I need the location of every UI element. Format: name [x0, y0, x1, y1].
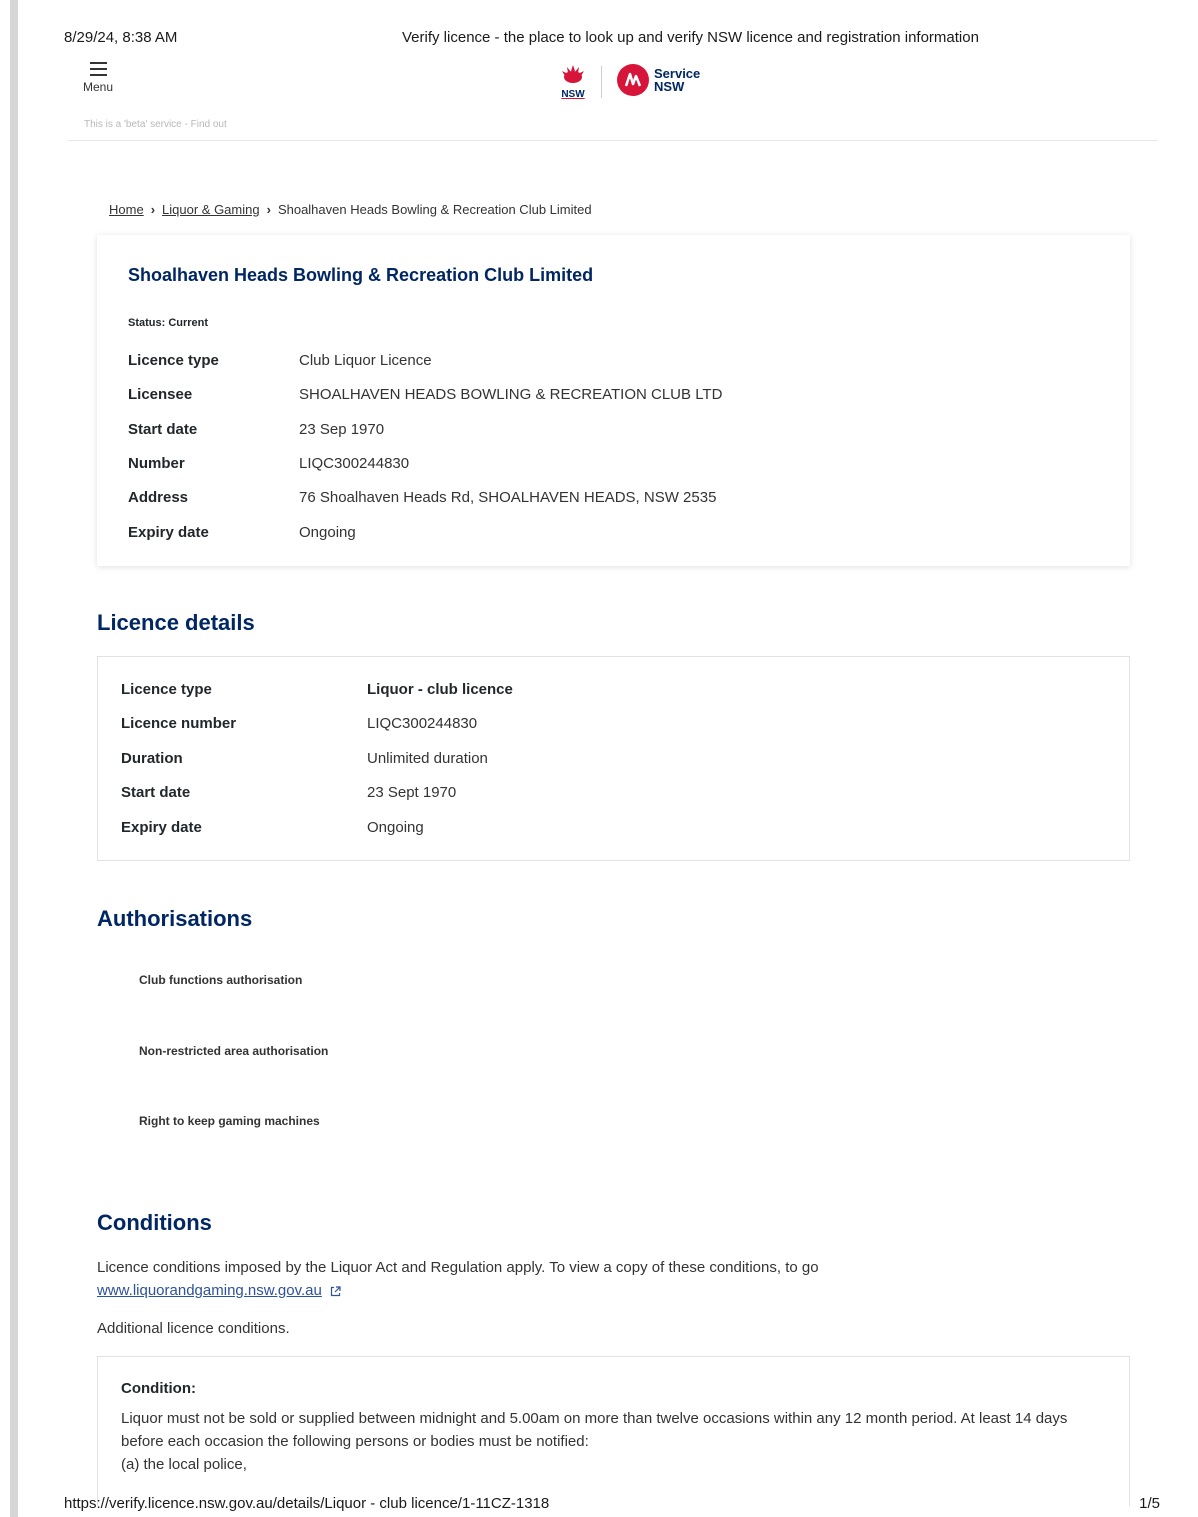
licence-details-heading: Licence details — [97, 610, 255, 635]
summary-value: SHOALHAVEN HEADS BOWLING & RECREATION CL… — [299, 386, 723, 403]
details-value: Unlimited duration — [367, 750, 488, 767]
summary-value: LIQC300244830 — [299, 455, 410, 472]
summary-label: Number — [128, 455, 185, 472]
condition-title: Condition: — [121, 1380, 196, 1397]
header-divider — [68, 140, 1158, 141]
breadcrumb-category-link[interactable]: Liquor & Gaming — [162, 202, 260, 217]
print-page-number: 1/5 — [1139, 1495, 1160, 1512]
details-value: 23 Sept 1970 — [367, 784, 457, 801]
summary-label: Licensee — [128, 386, 193, 403]
licence-holder-title: Shoalhaven Heads Bowling & Recreation Cl… — [128, 265, 594, 285]
breadcrumb-home-link[interactable]: Home — [109, 202, 144, 217]
condition-text: Liquor must not be sold or supplied betw… — [121, 1410, 1068, 1450]
external-link-icon — [330, 1285, 341, 1296]
hamburger-icon — [89, 62, 107, 76]
print-page-title: Verify licence - the place to look up an… — [402, 29, 979, 46]
authorisation-item: Right to keep gaming machines — [139, 1114, 320, 1128]
summary-label: Licence type — [128, 352, 219, 369]
breadcrumb: Home › Liquor & Gaming › Shoalhaven Heads Bo… — [109, 202, 592, 217]
authorisation-item: Club functions authorisation — [139, 973, 303, 987]
conditions-intro: Licence conditions imposed by the Liquor… — [97, 1259, 819, 1276]
summary-value: Ongoing — [299, 524, 356, 541]
nsw-government-logo[interactable]: NSW — [556, 64, 590, 100]
breadcrumb-separator-icon: › — [150, 202, 156, 217]
conditions-link-line: www.liquorandgaming.nsw.gov.au — [97, 1282, 341, 1299]
print-date: 8/29/24, 8:38 AM — [64, 29, 178, 46]
summary-label: Start date — [128, 421, 198, 438]
menu-label: Menu — [82, 80, 114, 94]
summary-value: Club Liquor Licence — [299, 352, 432, 369]
details-label: Expiry date — [121, 819, 202, 836]
breadcrumb-separator-icon: › — [266, 202, 271, 217]
licence-summary-card: Shoalhaven Heads Bowling & Recreation Cl… — [97, 235, 1130, 566]
summary-value: 23 Sep 1970 — [299, 421, 385, 438]
authorisations-heading: Authorisations — [97, 906, 253, 931]
licence-details-box: Licence type Liquor - club licence Licen… — [97, 656, 1130, 861]
conditions-heading: Conditions — [97, 1210, 212, 1235]
licence-status: Status: Current — [128, 317, 209, 329]
condition-box: Condition: Liquor must not be sold or su… — [97, 1356, 1130, 1506]
breadcrumb-current: Shoalhaven Heads Bowling & Recreation Cl… — [277, 202, 592, 217]
logo-group[interactable]: NSW Service NSW — [556, 62, 716, 102]
authorisation-item: Non-restricted area authorisation — [139, 1044, 329, 1058]
additional-conditions-text: Additional licence conditions. — [97, 1320, 290, 1337]
print-footer-url: https://verify.licence.nsw.gov.au/detail… — [64, 1495, 550, 1512]
service-nsw-logo-icon — [617, 64, 649, 96]
summary-value: 76 Shoalhaven Heads Rd, SHOALHAVEN HEADS… — [299, 489, 717, 506]
nsw-logo-text: NSW — [561, 89, 585, 100]
details-value: Liquor - club licence — [367, 681, 513, 698]
page-left-border — [10, 0, 18, 1517]
menu-button[interactable]: Menu — [80, 62, 116, 94]
logo-divider — [601, 66, 602, 98]
liquor-gaming-website-link[interactable]: www.liquorandgaming.nsw.gov.au — [97, 1282, 322, 1299]
details-label: Duration — [121, 750, 183, 767]
details-value: Ongoing — [367, 819, 424, 836]
waratah-icon — [562, 65, 584, 83]
service-nsw-logo-text: Service NSW — [654, 66, 701, 94]
details-label: Licence number — [121, 715, 237, 732]
details-value: LIQC300244830 — [367, 715, 478, 732]
condition-list-item: (a) the local police, — [121, 1456, 247, 1473]
details-label: Licence type — [121, 681, 212, 698]
summary-label: Address — [128, 489, 189, 506]
beta-notice: This is a 'beta' service - Find out — [84, 119, 227, 130]
details-label: Start date — [121, 784, 191, 801]
summary-label: Expiry date — [128, 524, 209, 541]
condition-body: Liquor must not be sold or supplied betw… — [121, 1407, 1111, 1476]
